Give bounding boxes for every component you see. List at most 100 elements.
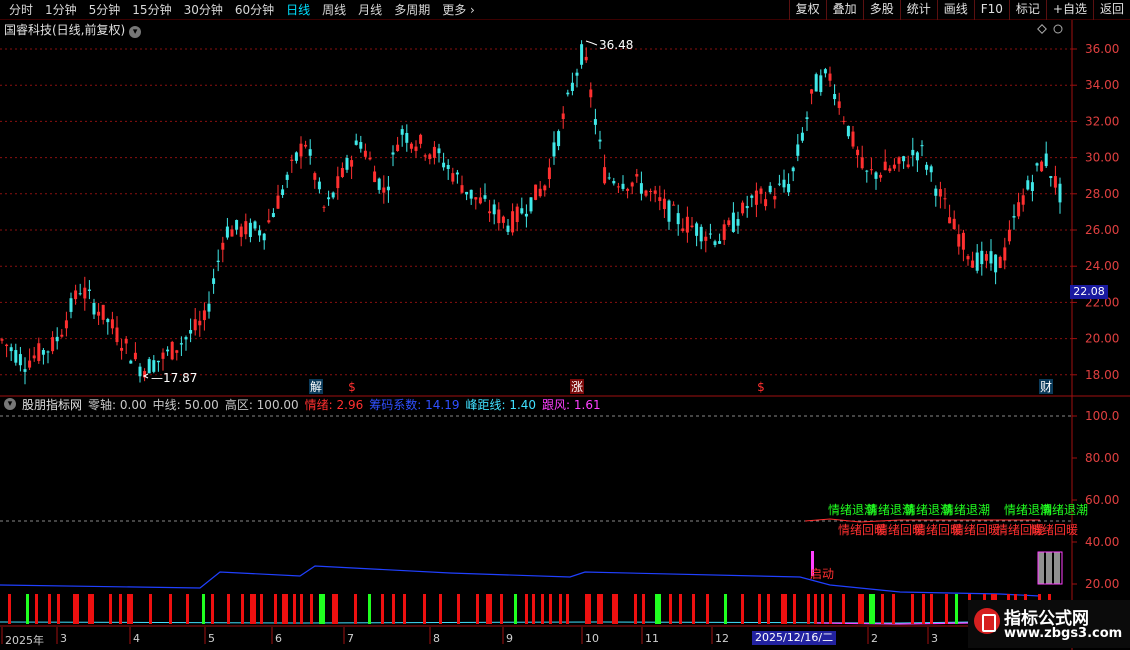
period-tab[interactable]: 1分钟	[40, 2, 82, 18]
candle-body	[639, 183, 643, 194]
emotion-bar	[250, 594, 256, 624]
watermark-url: www.zbgs3.com	[1004, 626, 1123, 641]
candle-body	[948, 217, 952, 224]
candle-body	[271, 213, 275, 218]
period-tab[interactable]: 多周期	[389, 2, 435, 18]
price-tick-label: 28.00	[1085, 187, 1119, 201]
candle-body	[322, 206, 326, 208]
candle-body	[534, 184, 538, 200]
action-button[interactable]: 返回	[1092, 0, 1130, 20]
chevron-down-icon[interactable]: ▾	[129, 26, 142, 38]
candle-body	[773, 196, 777, 200]
candle-body	[51, 337, 55, 352]
emotion-bar	[169, 594, 172, 624]
date-label: 4	[133, 632, 140, 645]
candle-body	[994, 254, 998, 273]
candle-body	[46, 351, 50, 353]
candle-body	[1030, 182, 1034, 192]
emotion-bar	[8, 594, 11, 624]
event-marker: $	[348, 380, 356, 394]
action-button[interactable]: 复权	[788, 0, 826, 20]
action-button[interactable]: F10	[973, 0, 1009, 20]
period-tab[interactable]: 30分钟	[179, 2, 228, 18]
candle-body	[667, 200, 671, 222]
date-label: 6	[275, 632, 282, 645]
period-tab[interactable]: 60分钟	[230, 2, 279, 18]
indicator-param: 中线: 50.00	[152, 398, 219, 412]
candle-body	[478, 197, 482, 204]
candle-body	[971, 260, 975, 268]
watermark-logo: 指标公式网 www.zbgs3.com	[968, 600, 1130, 648]
emotion-bar	[642, 594, 645, 624]
action-button[interactable]: 画线	[936, 0, 974, 20]
candle-body	[396, 144, 400, 152]
action-button[interactable]: 统计	[899, 0, 937, 20]
price-tick-label: 24.00	[1085, 259, 1119, 273]
chart-area[interactable]: 36.00 34.00 32.00 30.00 28.00 26.00 24.00 22.00…	[0, 20, 1130, 650]
candle-body	[731, 212, 735, 232]
candle-body	[644, 190, 648, 196]
emotion-bar	[549, 594, 552, 624]
emotion-bar	[127, 594, 133, 624]
candle-body	[736, 219, 740, 226]
candle-body	[391, 152, 395, 155]
candle-body	[1021, 195, 1025, 205]
candle-body	[777, 183, 781, 185]
candle-body	[630, 182, 634, 187]
emotion-bar	[585, 594, 591, 624]
candle-body	[603, 167, 607, 184]
emotion-bar	[109, 594, 112, 624]
indicator-param: 情绪: 2.96	[304, 398, 364, 412]
indicator-header[interactable]: ▾ 股朋指标网 零轴: 0.00 中线: 50.00 高区: 100.00 情绪: 2…	[4, 398, 601, 412]
emotion-bar	[724, 594, 727, 624]
stock-title[interactable]: 国睿科技(日线,前复权) ▾	[4, 23, 142, 38]
chevron-down-icon[interactable]: ▾	[4, 398, 16, 410]
candle-body	[607, 177, 611, 179]
candle-body	[258, 230, 262, 236]
candle-body	[598, 139, 602, 142]
candle-body	[87, 289, 91, 291]
candle-body	[543, 185, 547, 191]
action-button[interactable]: +自选	[1045, 0, 1093, 20]
event-marker: $	[757, 380, 765, 394]
candle-body	[37, 343, 41, 361]
candle-body	[920, 145, 924, 147]
emotion-bar	[274, 594, 277, 624]
candle-body	[156, 360, 160, 363]
emotion-bar	[955, 594, 958, 624]
candle-body	[110, 319, 114, 329]
emotion-bar	[119, 594, 122, 624]
candle-body	[175, 350, 179, 353]
candle-body	[860, 157, 864, 169]
candle-body	[446, 164, 450, 169]
price-tick-label: 36.00	[1085, 42, 1119, 56]
warm-signal-text: 情绪回暖	[1030, 523, 1078, 537]
kline-chart[interactable]: 36.0034.0032.0030.0028.0026.0024.0022.00…	[0, 20, 1130, 650]
indicator-tick-label: 100.0	[1085, 409, 1119, 423]
candle-body	[570, 82, 574, 91]
indicator-tick-label: 80.00	[1085, 451, 1119, 465]
candlesticks	[0, 40, 1062, 385]
emotion-bar	[423, 594, 426, 624]
candle-body	[515, 206, 519, 223]
price-tick-label: 18.00	[1085, 368, 1119, 382]
candle-body	[566, 92, 570, 95]
emotion-bar	[202, 594, 205, 624]
candle-body	[101, 304, 105, 320]
action-button[interactable]: 叠加	[825, 0, 863, 20]
action-button[interactable]: 多股	[862, 0, 900, 20]
candle-body	[612, 181, 616, 184]
period-tab[interactable]: 15分钟	[127, 2, 176, 18]
action-button[interactable]: 标记	[1008, 0, 1046, 20]
period-tab[interactable]: 月线	[353, 2, 387, 18]
period-tab[interactable]: 日线	[281, 2, 315, 18]
candle-body	[966, 256, 970, 260]
period-tab[interactable]: 周线	[317, 2, 351, 18]
period-tab[interactable]: 5分钟	[84, 2, 126, 18]
period-tab[interactable]: 分时	[4, 2, 38, 18]
candle-body	[837, 101, 841, 108]
candle-body	[161, 352, 165, 359]
period-tab[interactable]: 更多 ›	[437, 2, 480, 18]
diamond-icon	[1037, 24, 1047, 34]
price-tick-label: 32.00	[1085, 114, 1119, 128]
